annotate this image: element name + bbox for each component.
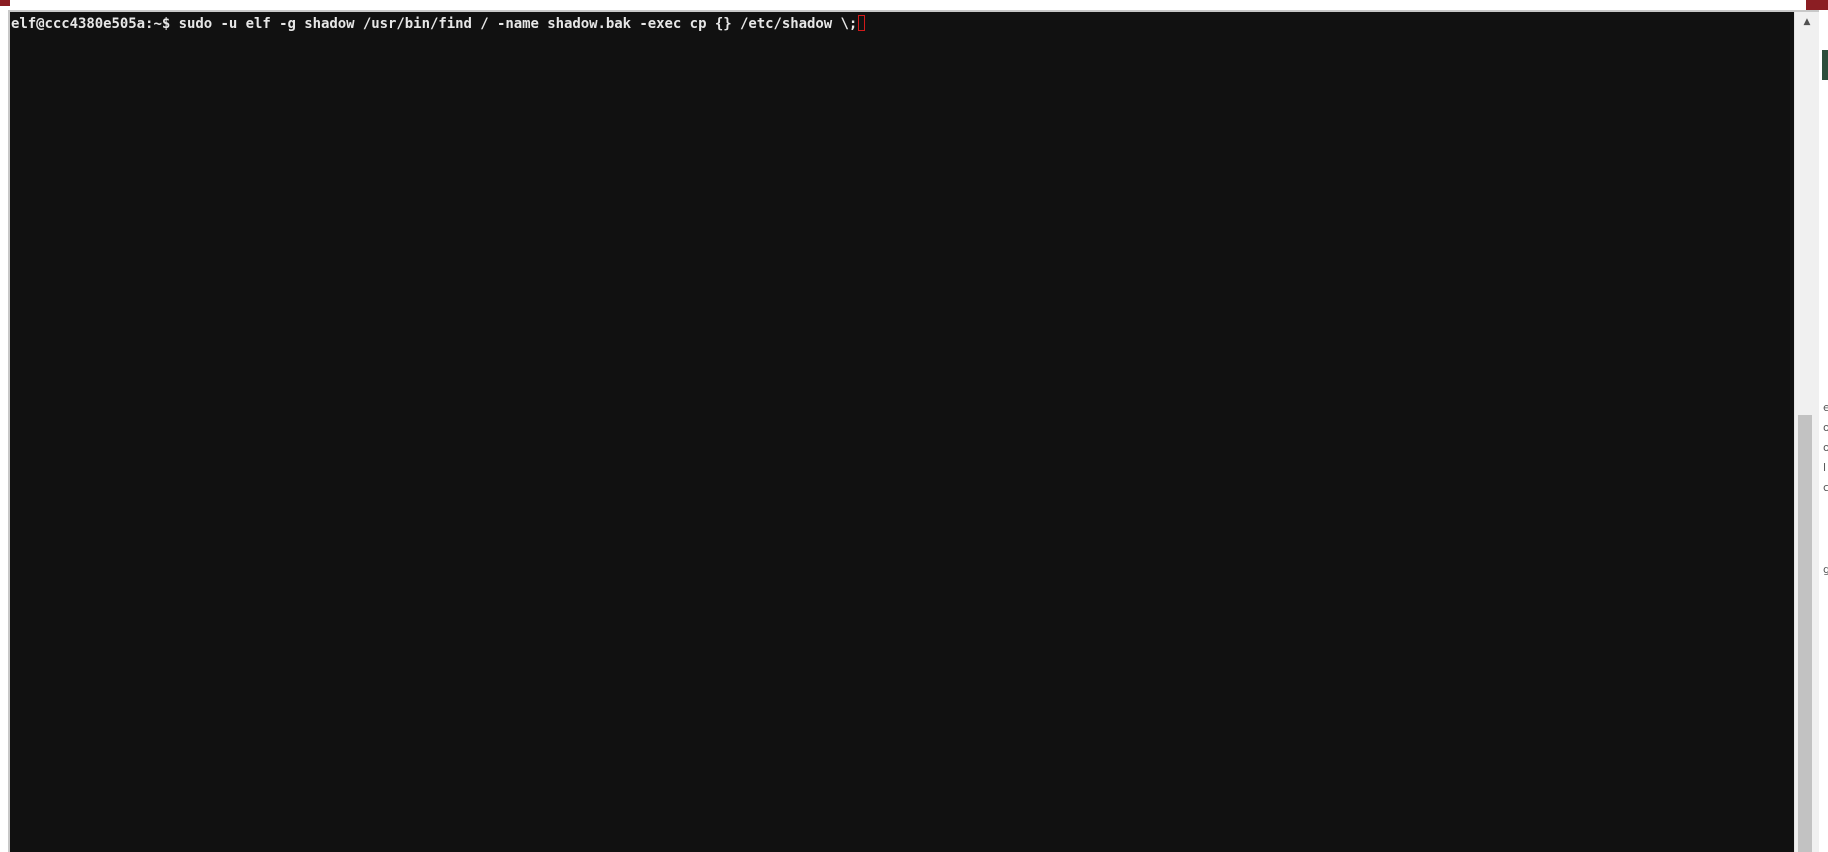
terminal-viewport[interactable]: elf@ccc4380e505a:~$ sudo -u elf -g shado… — [10, 12, 1794, 852]
page: e o o l c g elf@ccc4380e505a:~$ sudo -u … — [0, 0, 1828, 852]
background-text-fragment: o — [1823, 441, 1828, 454]
background-text-fragment: l — [1823, 461, 1827, 474]
background-accent — [1806, 0, 1828, 10]
background-text-fragment: o — [1823, 421, 1828, 434]
background-text-fragment: e — [1823, 401, 1828, 414]
background-accent — [0, 0, 10, 6]
background-strip — [1822, 50, 1828, 80]
terminal-command-line[interactable]: elf@ccc4380e505a:~$ sudo -u elf -g shado… — [11, 15, 866, 33]
terminal-command-text[interactable]: sudo -u elf -g shadow /usr/bin/find / -n… — [170, 16, 858, 32]
terminal-cursor — [858, 15, 866, 31]
background-text-fragment: g — [1823, 563, 1828, 576]
terminal-window[interactable]: elf@ccc4380e505a:~$ sudo -u elf -g shado… — [8, 10, 1819, 852]
scrollbar-thumb[interactable] — [1798, 415, 1812, 852]
terminal-scrollbar[interactable]: ▲ — [1794, 12, 1819, 852]
scroll-up-arrow-icon[interactable]: ▲ — [1795, 12, 1819, 32]
terminal-prompt: elf@ccc4380e505a:~$ — [11, 16, 171, 32]
background-text-fragment: c — [1823, 481, 1828, 494]
